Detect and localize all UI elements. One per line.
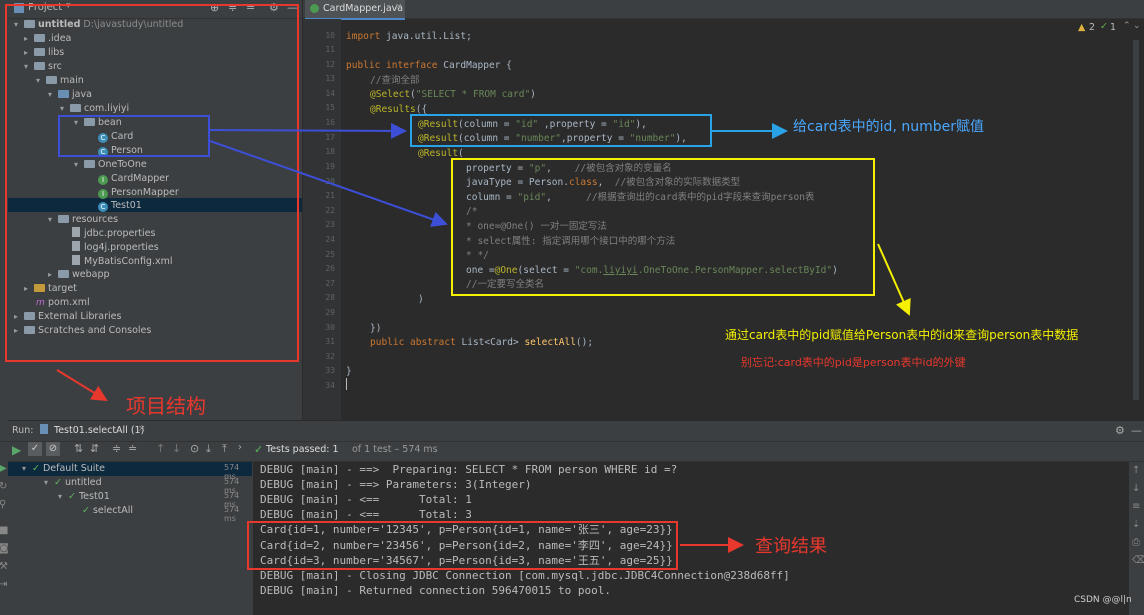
arrow-to-one-to-one bbox=[209, 140, 448, 227]
arrow-to-yellow-note bbox=[877, 243, 911, 316]
arrow-to-project-structure bbox=[56, 369, 108, 402]
annotation-arrows bbox=[56, 122, 911, 553]
arrow-to-id-number bbox=[209, 122, 407, 139]
